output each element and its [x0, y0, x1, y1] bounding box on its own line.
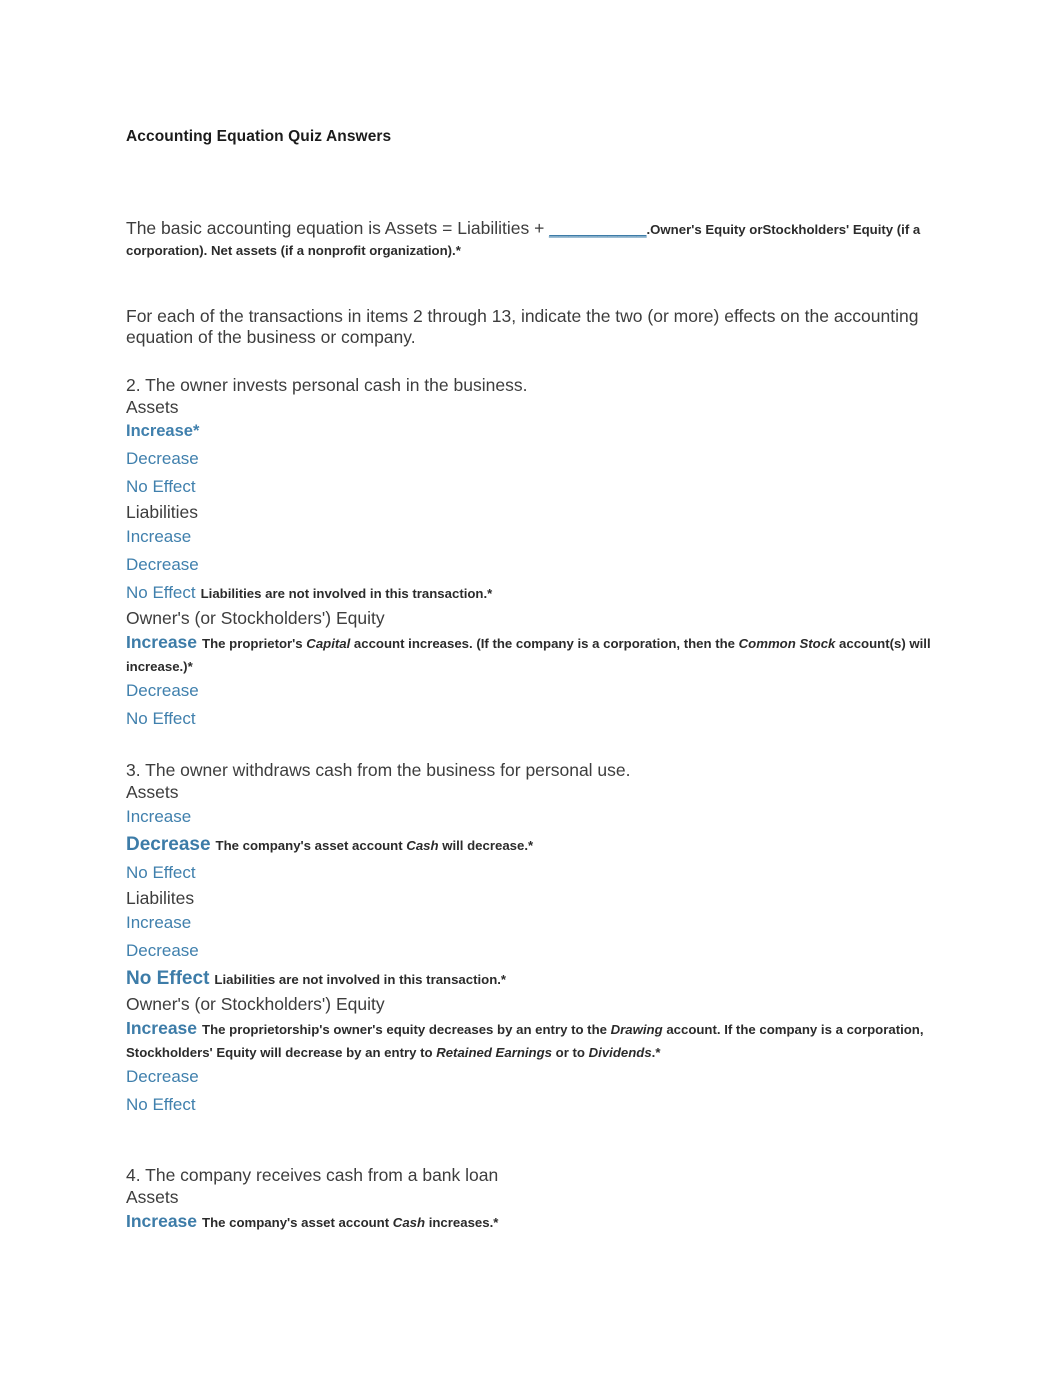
question-2-title: 2. The owner invests personal cash in th… — [126, 375, 528, 395]
option-row[interactable]: No Effect — [126, 705, 938, 733]
option-row[interactable]: Increase — [126, 909, 938, 937]
document-page: Accounting Equation Quiz Answers The bas… — [0, 0, 1062, 1377]
option-row[interactable]: Decrease — [126, 551, 938, 579]
option-annotation: Liabilities are not involved in this tra… — [200, 586, 493, 601]
option-increase[interactable]: Increase — [126, 632, 197, 652]
page-title: Accounting Equation Quiz Answers — [126, 128, 392, 145]
option-annotation: The proprietorship's owner's equity decr… — [126, 1022, 924, 1060]
equation-blank: __________ — [549, 218, 647, 238]
option-row[interactable]: Decrease — [126, 1063, 938, 1091]
option-decrease[interactable]: Decrease — [126, 834, 211, 855]
option-row[interactable]: Decrease — [126, 937, 938, 965]
question-2-group-equity-label: Owner's (or Stockholders') Equity — [126, 608, 385, 628]
question-2-group-liabilities-label: Liabilities — [126, 502, 198, 522]
question-1-prompt: The basic accounting equation is Assets … — [126, 218, 550, 238]
option-decrease[interactable]: Decrease — [126, 449, 199, 468]
option-row[interactable]: Increase The proprietorship's owner's equ… — [126, 1015, 938, 1063]
option-decrease[interactable]: Decrease — [126, 1067, 199, 1086]
question-3-group-equity-label: Owner's (or Stockholders') Equity — [126, 994, 385, 1014]
option-no-effect[interactable]: No Effect — [126, 968, 209, 989]
option-annotation: The company's asset account Cash increas… — [202, 1215, 499, 1230]
option-increase[interactable]: Increase — [126, 1211, 197, 1231]
question-3-title: 3. The owner withdraws cash from the bus… — [126, 760, 631, 780]
question-4-group-assets-label: Assets — [126, 1187, 179, 1207]
option-annotation: The proprietor's Capital account increas… — [126, 636, 931, 674]
option-no-effect[interactable]: No Effect — [126, 863, 196, 882]
option-increase[interactable]: Increase* — [126, 422, 199, 440]
option-increase[interactable]: Increase — [126, 807, 191, 826]
option-row[interactable]: No Effect — [126, 859, 938, 887]
instructions-block: For each of the transactions in items 2 … — [126, 306, 938, 348]
question-4-block: 4. The company receives cash from a bank… — [126, 1164, 938, 1236]
option-row[interactable]: Increase — [126, 523, 938, 551]
question-1-paragraph: The basic accounting equation is Assets … — [126, 218, 938, 260]
option-row[interactable]: No Effect Liabilities are not involved in… — [126, 579, 938, 607]
option-row[interactable]: Decrease — [126, 445, 938, 473]
option-decrease[interactable]: Decrease — [126, 941, 199, 960]
option-row[interactable]: Increase — [126, 803, 938, 831]
question-3-block: 3. The owner withdraws cash from the bus… — [126, 759, 938, 1119]
option-annotation: The company's asset account Cash will de… — [215, 838, 534, 853]
question-4-title: 4. The company receives cash from a bank… — [126, 1165, 499, 1185]
option-no-effect[interactable]: No Effect — [126, 477, 196, 496]
option-decrease[interactable]: Decrease — [126, 555, 199, 574]
option-annotation: Liabilities are not involved in this tra… — [214, 972, 507, 987]
question-2-block: 2. The owner invests personal cash in th… — [126, 374, 938, 733]
option-no-effect[interactable]: No Effect — [126, 1095, 196, 1114]
option-row[interactable]: Increase The company's asset account Cash… — [126, 1208, 938, 1236]
option-increase[interactable]: Increase — [126, 1018, 197, 1038]
option-decrease[interactable]: Decrease — [126, 681, 199, 700]
option-no-effect[interactable]: No Effect — [126, 583, 196, 602]
option-row[interactable]: Decrease The company's asset account Cash… — [126, 831, 938, 859]
option-row[interactable]: No Effect Liabilities are not involved in… — [126, 965, 938, 993]
option-increase[interactable]: Increase — [126, 913, 191, 932]
question-3-group-assets-label: Assets — [126, 782, 179, 802]
option-row[interactable]: Decrease — [126, 677, 938, 705]
question-3-group-liabilities-label: Liabilites — [126, 888, 195, 908]
option-row[interactable]: Increase* — [126, 418, 938, 445]
option-no-effect[interactable]: No Effect — [126, 709, 196, 728]
option-row[interactable]: No Effect — [126, 1091, 938, 1119]
question-2-group-assets-label: Assets — [126, 397, 179, 417]
option-increase[interactable]: Increase — [126, 527, 191, 546]
option-row[interactable]: No Effect — [126, 473, 938, 501]
instructions-text: For each of the transactions in items 2 … — [126, 306, 919, 347]
option-row[interactable]: Increase The proprietor's Capital account… — [126, 629, 938, 677]
question-1-block: The basic accounting equation is Assets … — [126, 218, 938, 260]
